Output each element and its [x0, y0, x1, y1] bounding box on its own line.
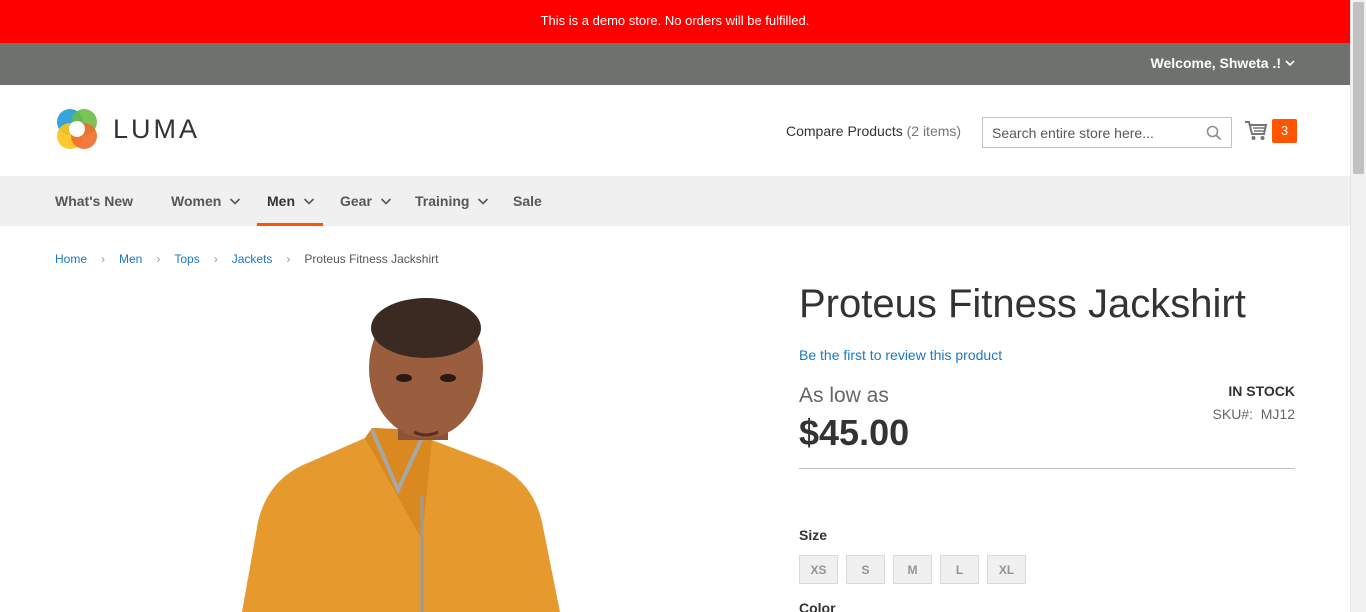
nav-item-training[interactable]: Training	[415, 176, 489, 226]
nav-item-whats-new[interactable]: What's New	[55, 176, 133, 226]
chevron-down-icon	[303, 198, 315, 205]
chevron-down-icon	[478, 198, 489, 205]
product-photo	[242, 298, 560, 612]
nav-item-gear[interactable]: Gear	[340, 176, 392, 226]
review-link[interactable]: Be the first to review this product	[799, 347, 1002, 363]
nav-label: Women	[171, 193, 222, 209]
breadcrumb-home[interactable]: Home	[55, 252, 87, 266]
scroll-thumb[interactable]	[1353, 2, 1364, 174]
sku-label: SKU#:	[1212, 406, 1253, 422]
nav-label: What's New	[55, 193, 134, 209]
breadcrumb-separator-icon: ›	[286, 252, 291, 266]
minicart-button[interactable]: 3	[1244, 119, 1297, 143]
breadcrumb-men[interactable]: Men	[119, 252, 142, 266]
chevron-down-icon	[380, 198, 391, 205]
size-label: Size	[799, 527, 828, 543]
stock-status: IN STOCK	[1228, 383, 1295, 399]
nav-label: Sale	[513, 193, 542, 209]
main-navigation: What's New Women Men Gear Training Sale	[0, 176, 1350, 226]
page-scrollbar[interactable]	[1350, 0, 1366, 612]
search-icon[interactable]	[1206, 125, 1222, 141]
sku-value: MJ12	[1260, 406, 1295, 422]
size-option-l[interactable]: L	[940, 555, 979, 584]
nav-label: Gear	[340, 193, 372, 209]
price-prefix: As low as	[799, 384, 889, 407]
compare-count: (2 items)	[906, 123, 962, 139]
size-swatches: XS S M L XL	[799, 555, 1026, 584]
cart-count-badge: 3	[1272, 119, 1297, 143]
demo-store-notice: This is a demo store. No orders will be …	[0, 0, 1350, 43]
breadcrumb-separator-icon: ›	[213, 252, 218, 266]
compare-label: Compare Products	[786, 123, 903, 139]
divider	[799, 468, 1295, 469]
welcome-text: Welcome, Shweta .!	[1150, 55, 1281, 71]
search-input[interactable]	[983, 118, 1198, 147]
breadcrumb-separator-icon: ›	[101, 252, 106, 266]
breadcrumb-separator-icon: ›	[156, 252, 161, 266]
compare-products-link[interactable]: Compare Products (2 items)	[786, 123, 961, 139]
breadcrumb: Home › Men › Tops › Jackets › Proteus Fi…	[55, 252, 438, 266]
logo-text: LUMA	[113, 113, 201, 144]
logo-mark-icon	[57, 109, 97, 149]
size-option-xs[interactable]: XS	[799, 555, 838, 584]
welcome-menu[interactable]: Welcome, Shweta .!	[1151, 55, 1295, 71]
chevron-down-icon	[1285, 60, 1295, 67]
size-option-s[interactable]: S	[846, 555, 885, 584]
nav-label: Training	[415, 193, 470, 209]
product-image[interactable]	[160, 290, 690, 612]
nav-item-women[interactable]: Women	[171, 176, 241, 226]
breadcrumb-tops[interactable]: Tops	[174, 252, 199, 266]
page-title: Proteus Fitness Jackshirt	[799, 282, 1246, 326]
nav-item-men[interactable]: Men	[257, 176, 323, 226]
site-header: LUMA Compare Products (2 items) 3	[0, 85, 1350, 176]
top-panel: Welcome, Shweta .!	[0, 43, 1350, 85]
color-label: Color	[799, 600, 836, 612]
sku-info: SKU#: MJ12	[1213, 406, 1295, 422]
luma-logo[interactable]: LUMA	[55, 107, 200, 151]
nav-item-sale[interactable]: Sale	[513, 176, 542, 226]
chevron-down-icon	[230, 198, 241, 205]
search-box	[982, 117, 1232, 148]
breadcrumb-jackets[interactable]: Jackets	[232, 252, 273, 266]
shopping-cart-icon	[1245, 121, 1268, 140]
nav-label: Men	[267, 193, 295, 209]
size-option-xl[interactable]: XL	[987, 555, 1026, 584]
size-option-m[interactable]: M	[893, 555, 932, 584]
product-price: $45.00	[799, 412, 910, 453]
breadcrumb-current: Proteus Fitness Jackshirt	[304, 252, 439, 266]
